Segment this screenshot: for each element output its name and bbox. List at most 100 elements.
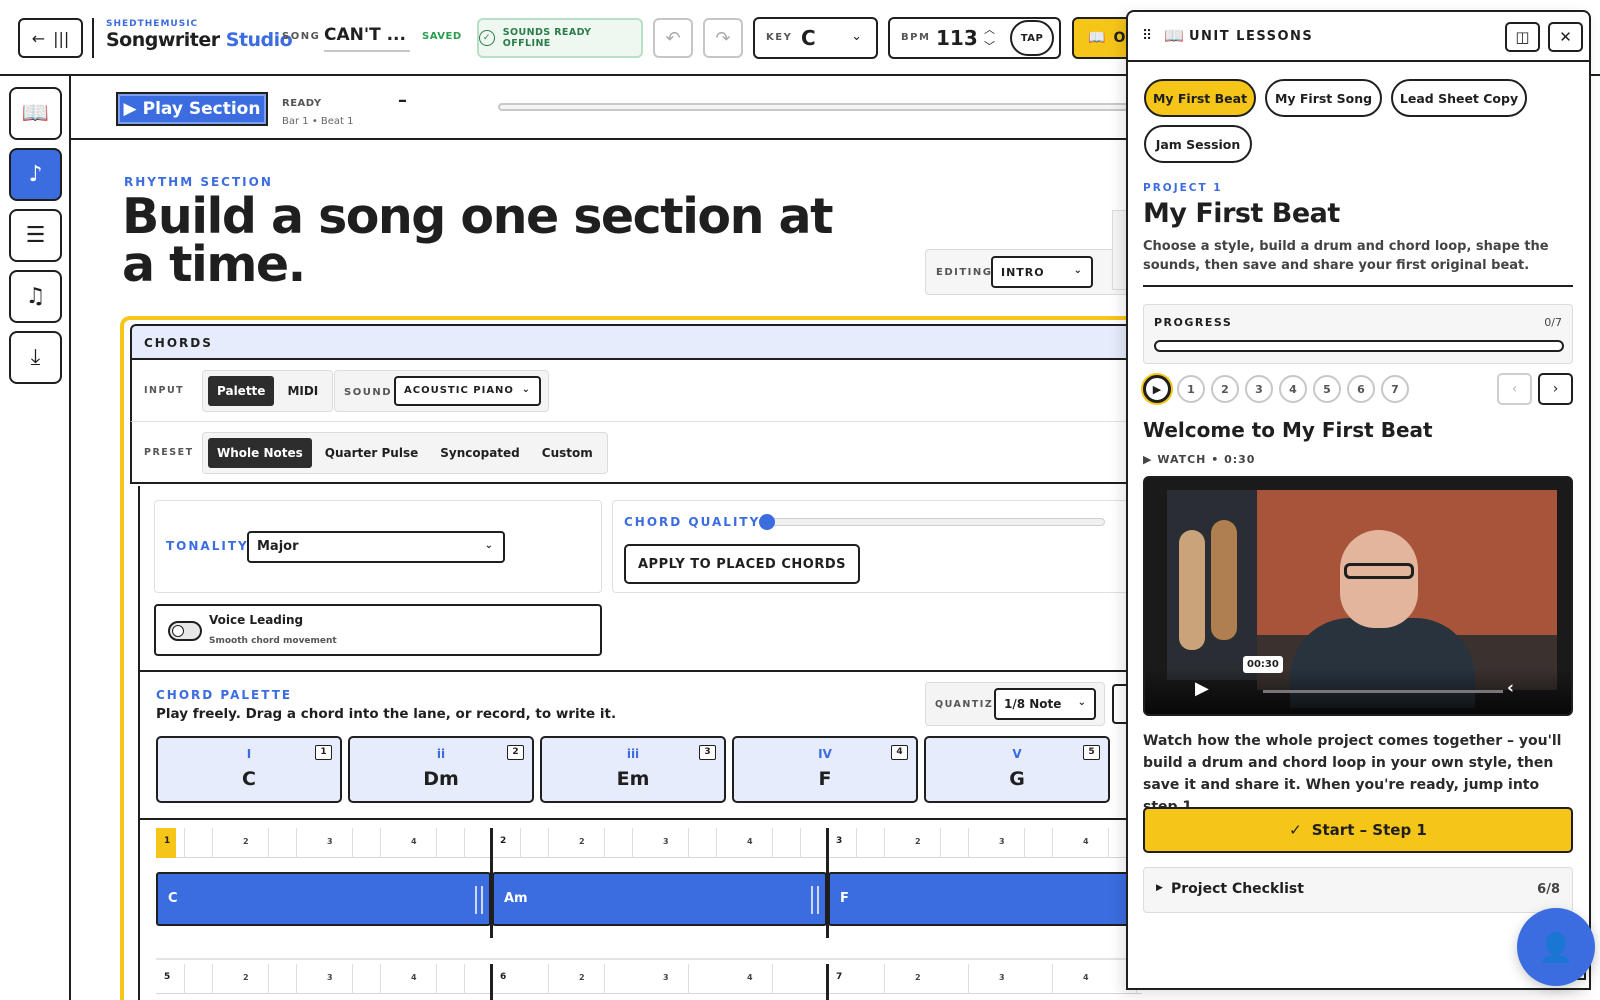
bpm-value-input[interactable]: 113	[936, 26, 978, 50]
rail-export-button[interactable]: ⤓	[9, 331, 62, 384]
chord-tile-em[interactable]: iii Em 3	[540, 736, 726, 803]
watch-toggle[interactable]: ▶ WATCH • 0:30	[1143, 453, 1255, 466]
play-icon[interactable]: ▶	[1195, 678, 1209, 699]
project-checklist-toggle[interactable]: ▶ Project Checklist 6/8	[1143, 867, 1573, 913]
bpm-decrease-icon[interactable]: ﹀	[984, 38, 995, 55]
input-midi-option[interactable]: MIDI	[278, 376, 327, 406]
beat-tick	[352, 828, 353, 858]
offline-status-badge: ✓ SOUNDS READY OFFLINE	[477, 18, 643, 58]
step-4-button[interactable]: 4	[1279, 375, 1307, 403]
beat-label: 4	[411, 837, 417, 846]
tab-lead-sheet-copy[interactable]: Lead Sheet Copy	[1391, 79, 1527, 117]
tap-tempo-button[interactable]: TAP	[1010, 20, 1054, 56]
voice-leading-card: Voice Leading Smooth chord movement	[154, 604, 602, 656]
instructor-glasses	[1344, 563, 1414, 579]
chord-tile-shortcut: 1	[315, 745, 332, 760]
editing-section-select[interactable]: INTRO ⌄	[991, 256, 1093, 288]
bpm-increase-icon[interactable]: ︿	[984, 21, 995, 38]
open-lessons-button[interactable]: 📖 O	[1072, 17, 1132, 59]
step-1-button[interactable]: 1	[1177, 375, 1205, 403]
bar-number: 5	[164, 972, 171, 982]
beat-tick	[716, 828, 717, 858]
key-select[interactable]: KEY C ⌄	[753, 17, 878, 59]
beat-label: 3	[663, 837, 669, 846]
step-6-button[interactable]: 6	[1347, 375, 1375, 403]
chord-tile-dm[interactable]: ii Dm 2	[348, 736, 534, 803]
transport-status: READY	[282, 98, 322, 109]
drag-handle-icon[interactable]: ⠿	[1142, 28, 1152, 44]
placed-chord-block[interactable]: Am	[492, 872, 827, 926]
chord-tile-roman: ii	[436, 747, 446, 761]
song-name-input[interactable]: CAN'T ...	[324, 25, 410, 52]
rail-lessons-button[interactable]: 📖	[9, 87, 62, 140]
lesson-video[interactable]: ▶ ‹ 00:30	[1143, 476, 1573, 716]
account-button[interactable]: 👤	[1517, 908, 1595, 986]
previous-step-button[interactable]: ‹	[1497, 373, 1532, 405]
rail-compose-button[interactable]: ♪	[9, 148, 62, 201]
chord-tile-name: F	[818, 768, 832, 790]
placed-chord-block[interactable]: C	[156, 872, 491, 926]
rail-lyrics-button[interactable]: ☰	[9, 209, 62, 262]
bpm-stepper: ︿ ﹀	[984, 21, 995, 55]
chevron-left-icon[interactable]: ‹	[1507, 678, 1514, 698]
close-panel-button[interactable]: ✕	[1548, 22, 1583, 52]
preset-quarter-pulse[interactable]: Quarter Pulse	[316, 438, 427, 468]
play-section-button[interactable]: ▶ Play Section	[116, 92, 268, 126]
back-to-library-button[interactable]: ← |||	[18, 18, 83, 58]
beat-tick	[632, 828, 633, 858]
chord-tile-name: C	[242, 768, 256, 790]
sound-select[interactable]: ACOUSTIC PIANO ⌄	[394, 376, 541, 406]
playback-progress-track[interactable]	[498, 103, 1138, 111]
caret-right-icon: ▶	[1156, 883, 1163, 893]
chord-tile-c[interactable]: I C 1	[156, 736, 342, 803]
bar-number: 7	[836, 972, 843, 982]
list-music-icon: ☰	[25, 223, 46, 248]
checklist-label: Project Checklist	[1171, 881, 1304, 897]
guitar-image	[1179, 530, 1205, 650]
rail-library-button[interactable]: ♫	[9, 270, 62, 323]
beat-tick	[1108, 828, 1109, 858]
chord-tile-g[interactable]: V G 5	[924, 736, 1110, 803]
beat-tick	[968, 828, 969, 858]
chord-tile-f[interactable]: IV F 4	[732, 736, 918, 803]
beat-label: 4	[747, 837, 753, 846]
start-step-1-button[interactable]: ✓ Start – Step 1	[1143, 807, 1573, 853]
beat-tick	[268, 828, 269, 858]
quantize-select[interactable]: 1/8 Note ⌄	[994, 688, 1096, 720]
beat-tick	[688, 964, 689, 994]
next-step-button[interactable]: ›	[1538, 373, 1573, 405]
step-intro-button[interactable]: ▶	[1143, 375, 1171, 403]
chevron-down-icon: ⌄	[1077, 697, 1086, 708]
step-2-button[interactable]: 2	[1211, 375, 1239, 403]
step-3-button[interactable]: 3	[1245, 375, 1273, 403]
chord-quality-slider[interactable]	[759, 514, 1105, 530]
undo-button[interactable]: ↶	[653, 18, 693, 58]
preset-whole-notes[interactable]: Whole Notes	[208, 438, 312, 468]
preset-syncopated[interactable]: Syncopated	[431, 438, 529, 468]
redo-button[interactable]: ↷	[703, 18, 743, 58]
tab-my-first-song[interactable]: My First Song	[1265, 79, 1382, 117]
sound-control: SOUND ACOUSTIC PIANO ⌄	[334, 370, 549, 412]
chord-tile-name: Em	[616, 768, 650, 790]
tonality-card: TONALITY Major ⌄	[154, 500, 602, 593]
resize-handle[interactable]	[475, 886, 483, 914]
voice-leading-toggle[interactable]	[168, 621, 202, 641]
book-icon: 📖	[1164, 26, 1184, 45]
timeline-ruler: 1 2 3 4 2 2 3 4 3 2 3 4	[156, 828, 1142, 858]
step-5-button[interactable]: 5	[1313, 375, 1341, 403]
resize-handle[interactable]	[811, 886, 819, 914]
chord-quality-slider-thumb[interactable]	[759, 514, 775, 530]
step-7-button[interactable]: 7	[1381, 375, 1409, 403]
input-palette-option[interactable]: Palette	[208, 376, 275, 406]
beat-tick	[688, 828, 689, 858]
dock-panel-button[interactable]: ◫	[1505, 22, 1540, 52]
placed-chord-block[interactable]: F	[828, 872, 1148, 926]
apply-to-placed-chords-button[interactable]: APPLY TO PLACED CHORDS	[624, 544, 860, 584]
video-scrubber[interactable]	[1263, 690, 1503, 693]
chord-tile-roman: I	[246, 747, 252, 761]
tab-my-first-beat[interactable]: My First Beat	[1144, 79, 1256, 117]
beat-tick	[548, 828, 549, 858]
tonality-select[interactable]: Major ⌄	[247, 531, 505, 563]
preset-custom[interactable]: Custom	[533, 438, 602, 468]
tab-jam-session[interactable]: Jam Session	[1144, 125, 1252, 163]
